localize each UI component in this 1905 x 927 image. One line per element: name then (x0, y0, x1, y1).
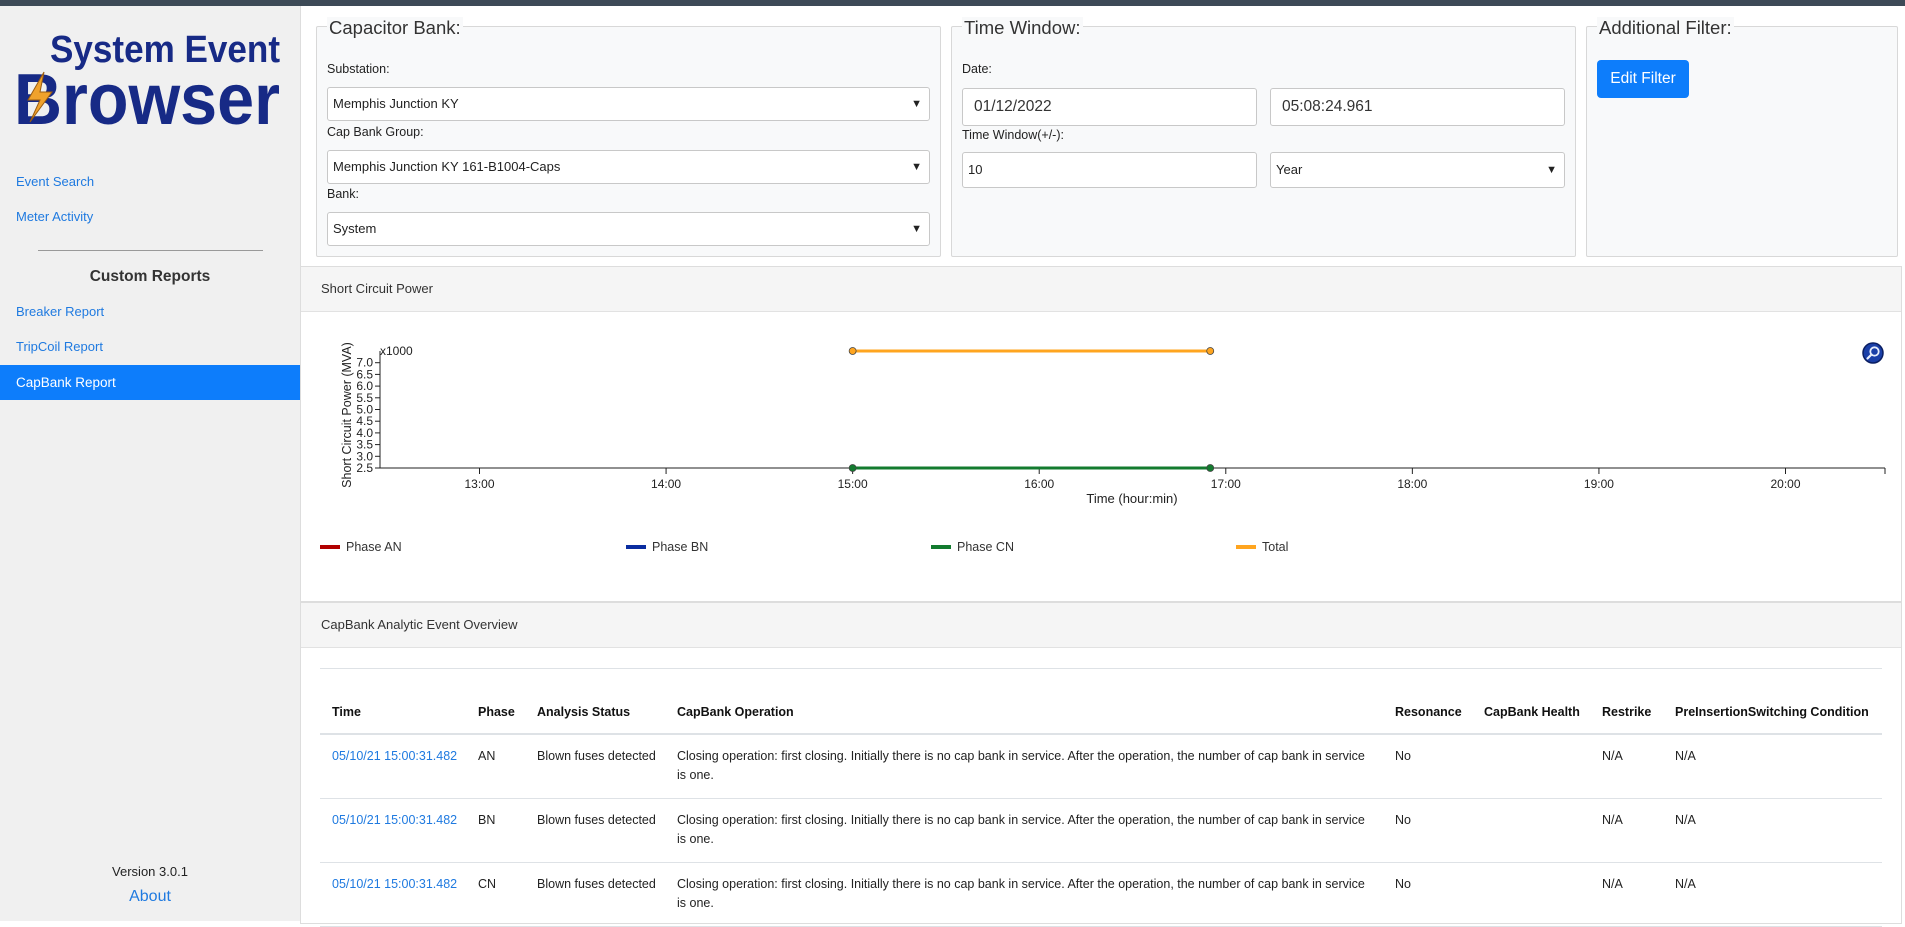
nav-divider (38, 250, 263, 251)
version-label: Version 3.0.1 (112, 864, 188, 879)
table-cell-operation: Closing operation: first closing. Initia… (665, 862, 1383, 927)
nav-meter-activity[interactable]: Meter Activity (16, 209, 93, 224)
table-cell-preinsertion: N/A (1663, 734, 1882, 799)
table-row: 05/10/21 15:00:31.482 AN Blown fuses detec… (320, 734, 1882, 799)
about-link[interactable]: About (0, 888, 300, 906)
table-cell-status: Blown fuses detected (525, 862, 665, 927)
time-window-value: 10 (968, 162, 983, 177)
chart-legend-item[interactable]: Phase AN (320, 540, 402, 554)
table-cell-health (1472, 862, 1590, 927)
sidebar: System Event Browser Event Search Meter … (0, 6, 301, 921)
logo-line-2: Browser (14, 60, 280, 130)
table-cell-phase: BN (466, 798, 525, 863)
time-window-legend: Time Window: (962, 17, 1083, 39)
date-label: Date: (962, 62, 992, 76)
time-window-unit-select[interactable]: Year ▼ (1270, 152, 1565, 188)
table-cell-restrike: N/A (1590, 798, 1663, 863)
legend-swatch (626, 545, 646, 549)
substation-value: Memphis Junction KY (333, 96, 459, 111)
table-cell-status: Blown fuses detected (525, 798, 665, 863)
nav-breaker-report[interactable]: Breaker Report (16, 304, 104, 319)
event-time-link[interactable]: 05/10/21 15:00:31.482 (320, 862, 466, 927)
legend-label: Phase CN (957, 540, 1014, 554)
table-cell-phase: CN (466, 862, 525, 927)
short-circuit-power-panel: Short Circuit Power (300, 266, 1902, 602)
table-cell-operation: Closing operation: first closing. Initia… (665, 798, 1383, 863)
custom-reports-heading: Custom Reports (89, 268, 211, 285)
table-cell-resonance: No (1383, 862, 1472, 927)
chevron-down-icon: ▼ (911, 98, 922, 110)
legend-swatch (1236, 545, 1256, 549)
chart-legend-item[interactable]: Phase BN (626, 540, 708, 554)
table-cell-resonance: No (1383, 798, 1472, 863)
table-cell-restrike: N/A (1590, 734, 1663, 799)
table-column-header: CapBank Health (1472, 669, 1590, 735)
cap-bank-group-value: Memphis Junction KY 161-B1004-Caps (333, 159, 561, 174)
short-circuit-power-header: Short Circuit Power (301, 267, 1901, 312)
chevron-down-icon: ▼ (1546, 164, 1557, 176)
capbank-event-overview-header: CapBank Analytic Event Overview (301, 603, 1901, 648)
nav-capbank-report[interactable]: CapBank Report (0, 365, 300, 400)
chevron-down-icon: ▼ (911, 161, 922, 173)
table-cell-phase: AN (466, 734, 525, 799)
table-cell-preinsertion: N/A (1663, 798, 1882, 863)
table-row: 05/10/21 15:00:31.482 CN Blown fuses detec… (320, 862, 1882, 927)
nav-tripcoil-report[interactable]: TripCoil Report (16, 339, 103, 354)
additional-filter-legend: Additional Filter: (1597, 17, 1734, 39)
zoom-icon[interactable] (1862, 342, 1884, 364)
table-column-header: CapBank Operation (665, 669, 1383, 735)
additional-filter-fieldset: Additional Filter: Edit Filter (1586, 17, 1898, 257)
table-column-header: Phase (466, 669, 525, 735)
legend-label: Total (1262, 540, 1289, 554)
bank-label: Bank: (327, 187, 359, 201)
date-input[interactable]: 01/12/2022 (962, 88, 1257, 126)
table-header-row: Time Phase Analysis Status CapBank Operatio… (320, 669, 1882, 735)
capacitor-bank-fieldset: Capacitor Bank: Substation: Memphis Junc… (316, 17, 941, 257)
chevron-down-icon: ▼ (911, 223, 922, 235)
table-cell-resonance: No (1383, 734, 1472, 799)
table-column-header: Restrike (1590, 669, 1663, 735)
time-window-input[interactable]: 10 (962, 152, 1257, 188)
table-row: 05/10/21 15:00:31.482 BN Blown fuses detec… (320, 798, 1882, 863)
substation-label: Substation: (327, 62, 390, 76)
time-window-unit-value: Year (1276, 162, 1303, 177)
table-cell-operation: Closing operation: first closing. Initia… (665, 734, 1383, 799)
capacitor-bank-legend: Capacitor Bank: (327, 17, 463, 39)
chart-legend-item[interactable]: Phase CN (931, 540, 1014, 554)
time-window-label: Time Window(+/-): (962, 128, 1064, 142)
edit-filter-button[interactable]: Edit Filter (1597, 60, 1689, 98)
legend-swatch (320, 545, 340, 549)
table-column-header: Resonance (1383, 669, 1472, 735)
nav-event-search[interactable]: Event Search (16, 174, 94, 189)
table-cell-health (1472, 798, 1590, 863)
table-column-header: Time (320, 669, 466, 735)
legend-swatch (931, 545, 951, 549)
legend-label: Phase AN (346, 540, 402, 554)
cap-bank-group-select[interactable]: Memphis Junction KY 161-B1004-Caps ▼ (327, 150, 930, 184)
table-cell-status: Blown fuses detected (525, 734, 665, 799)
capbank-event-table: Time Phase Analysis Status CapBank Operatio… (320, 669, 1882, 927)
legend-label: Phase BN (652, 540, 709, 554)
app-logo[interactable]: System Event Browser (14, 20, 284, 130)
chart-legend-item[interactable]: Total (1236, 540, 1288, 554)
table-cell-preinsertion: N/A (1663, 862, 1882, 927)
event-time-link[interactable]: 05/10/21 15:00:31.482 (320, 798, 466, 863)
table-body: 05/10/21 15:00:31.482 AN Blown fuses detec… (320, 734, 1882, 927)
bank-value: System (333, 221, 377, 236)
table-cell-restrike: N/A (1590, 862, 1663, 927)
bank-select[interactable]: System ▼ (327, 212, 930, 246)
table-column-header: Analysis Status (525, 669, 665, 735)
event-time-link[interactable]: 05/10/21 15:00:31.482 (320, 734, 466, 799)
substation-select[interactable]: Memphis Junction KY ▼ (327, 87, 930, 121)
table-column-header: PreInsertionSwitching Condition (1663, 669, 1882, 735)
time-window-fieldset: Time Window: Date: 01/12/2022 05:08:24.9… (951, 17, 1576, 257)
cap-bank-group-label: Cap Bank Group: (327, 125, 424, 139)
capbank-event-table-wrap: Time Phase Analysis Status CapBank Operatio… (320, 668, 1882, 927)
time-input[interactable]: 05:08:24.961 (1270, 88, 1565, 126)
table-cell-health (1472, 734, 1590, 799)
